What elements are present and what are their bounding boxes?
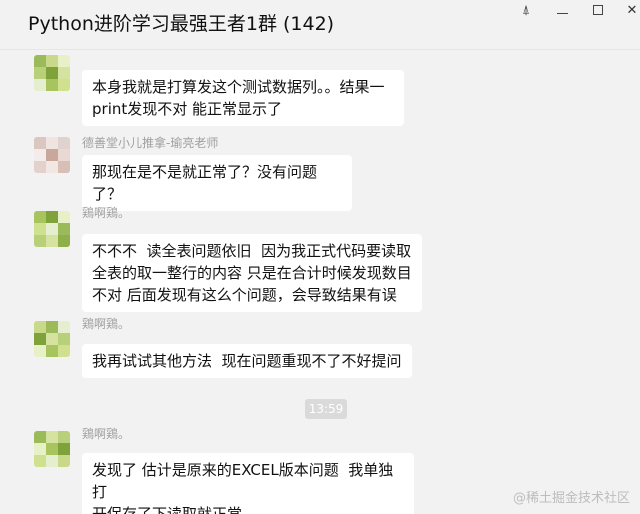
- avatar[interactable]: [34, 321, 70, 357]
- sender-name: 鶏啊鶏。: [82, 317, 131, 331]
- minimize-icon: [556, 12, 568, 14]
- avatar[interactable]: [34, 431, 70, 467]
- message-bubble[interactable]: 那现在是不是就正常了？没有问题了？: [82, 155, 352, 211]
- message-bubble[interactable]: 本身我就是打算发这个测试数据列。。结果一 print发现不对 能正常显示了: [82, 70, 404, 126]
- pin-icon[interactable]: ⍋: [512, 0, 540, 20]
- timestamp: 13:59: [305, 399, 347, 419]
- close-button[interactable]: ✕: [618, 0, 640, 20]
- message-bubble[interactable]: 发现了 估计是原来的EXCEL版本问题 我单独打 开保存了下读取就正常: [82, 453, 414, 514]
- sender-name: 鶏啊鶏。: [82, 427, 131, 441]
- chat-window: Python进阶学习最强王者1群 (142) ⍋ ✕ 本身我就是打算发这个测试数…: [0, 0, 640, 514]
- maximize-button[interactable]: [584, 0, 612, 20]
- avatar[interactable]: [34, 55, 70, 91]
- message-list[interactable]: 本身我就是打算发这个测试数据列。。结果一 print发现不对 能正常显示了 德善…: [0, 51, 640, 514]
- sender-name: 德善堂小儿推拿-瑜亮老师: [82, 136, 219, 150]
- title-bar: Python进阶学习最强王者1群 (142) ⍋ ✕: [0, 0, 640, 50]
- chat-title: Python进阶学习最强王者1群 (142): [28, 13, 335, 35]
- avatar[interactable]: [34, 137, 70, 173]
- minimize-button[interactable]: [548, 0, 576, 20]
- avatar[interactable]: [34, 211, 70, 247]
- sender-name: 鶏啊鶏。: [82, 206, 131, 220]
- message-bubble[interactable]: 我再试试其他方法 现在问题重现不了不好提问: [82, 344, 412, 378]
- maximize-icon: [593, 5, 603, 15]
- watermark: @稀土掘金技术社区: [512, 491, 630, 506]
- message-bubble[interactable]: 不不不 读全表问题依旧 因为我正式代码要读取 全表的取一整行的内容 只是在合计时…: [82, 234, 422, 312]
